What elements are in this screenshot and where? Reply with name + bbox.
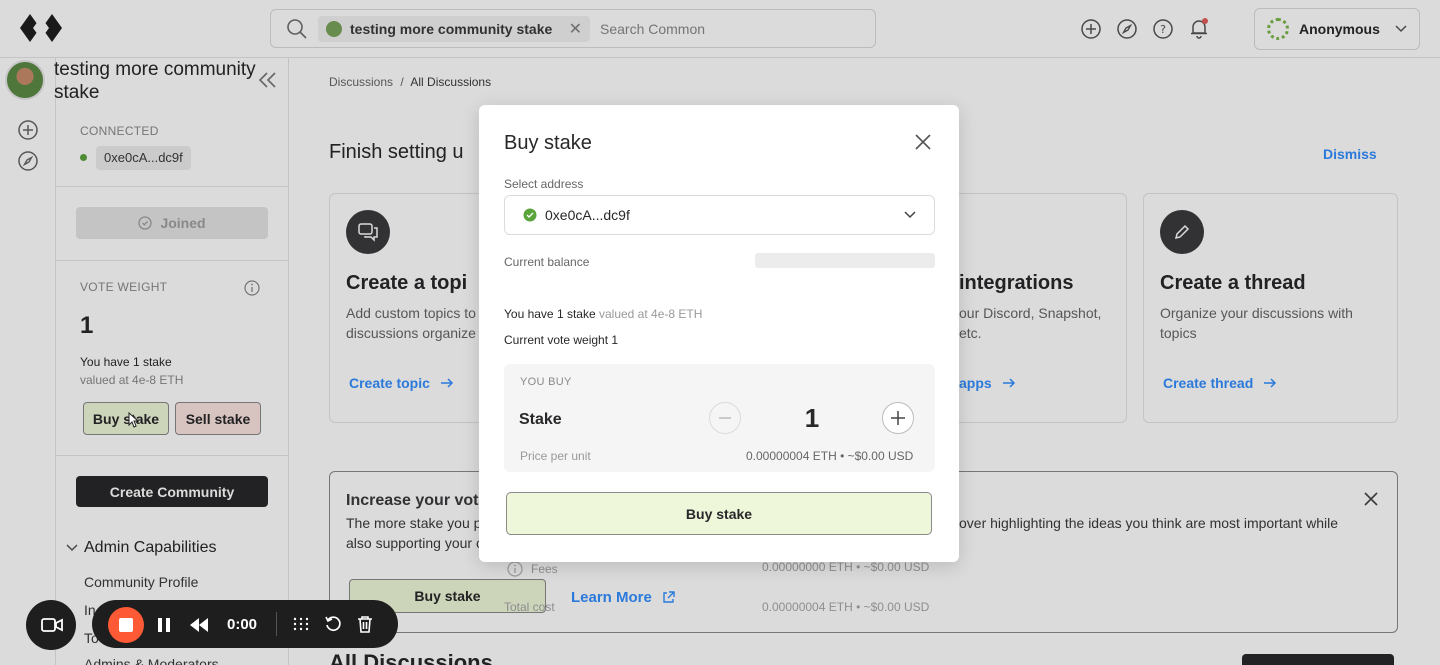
rewind-icon[interactable]: [189, 617, 209, 633]
you-buy-label: YOU BUY: [520, 376, 572, 388]
modal-buy-stake-button[interactable]: Buy stake: [506, 492, 932, 535]
video-camera-icon: [41, 617, 63, 633]
restart-icon[interactable]: [324, 615, 342, 633]
stake-label: Stake: [519, 411, 562, 428]
total-cost-label: Total cost: [504, 600, 555, 614]
have-stake-count: You have 1 stake: [504, 307, 596, 321]
selected-address: 0xe0cA...dc9f: [545, 207, 630, 223]
mouse-cursor-icon: [128, 412, 140, 428]
modal-title: Buy stake: [504, 132, 592, 154]
increment-button[interactable]: [882, 402, 914, 434]
chevron-down-icon: [904, 211, 916, 219]
current-vote-weight: Current vote weight 1: [504, 333, 619, 347]
select-address-label: Select address: [504, 177, 584, 191]
total-cost-value: 0.00000004 ETH • ~$0.00 USD: [762, 600, 930, 614]
decrement-button[interactable]: [709, 402, 741, 434]
stop-icon: [119, 618, 133, 632]
quantity-value[interactable]: 1: [800, 403, 824, 434]
have-stake-text: You have 1 stake valued at 4e-8 ETH: [504, 307, 702, 321]
fees-info-icon: [507, 561, 523, 577]
plus-icon: [891, 411, 905, 425]
address-select[interactable]: 0xe0cA...dc9f: [504, 195, 935, 235]
current-balance-label: Current balance: [504, 255, 590, 269]
trash-icon[interactable]: [357, 615, 373, 633]
modal-close-icon[interactable]: [914, 133, 932, 151]
recording-timer: 0:00: [227, 616, 258, 633]
price-per-unit-value: 0.00000004 ETH • ~$0.00 USD: [746, 449, 914, 463]
stop-recording-button[interactable]: [108, 607, 144, 643]
toolbar-divider: [276, 612, 277, 636]
camera-toggle-button[interactable]: [26, 600, 76, 650]
connected-check-icon: [523, 208, 537, 222]
price-per-unit-label: Price per unit: [520, 449, 591, 463]
balance-loading-skeleton: [755, 253, 935, 268]
grid-dots-icon[interactable]: [292, 616, 310, 632]
pause-icon[interactable]: [157, 617, 171, 633]
have-stake-value: valued at 4e-8 ETH: [598, 307, 703, 321]
fees-value: 0.00000000 ETH • ~$0.00 USD: [762, 560, 930, 574]
minus-icon: [719, 417, 731, 419]
fees-label: Fees: [531, 562, 558, 576]
